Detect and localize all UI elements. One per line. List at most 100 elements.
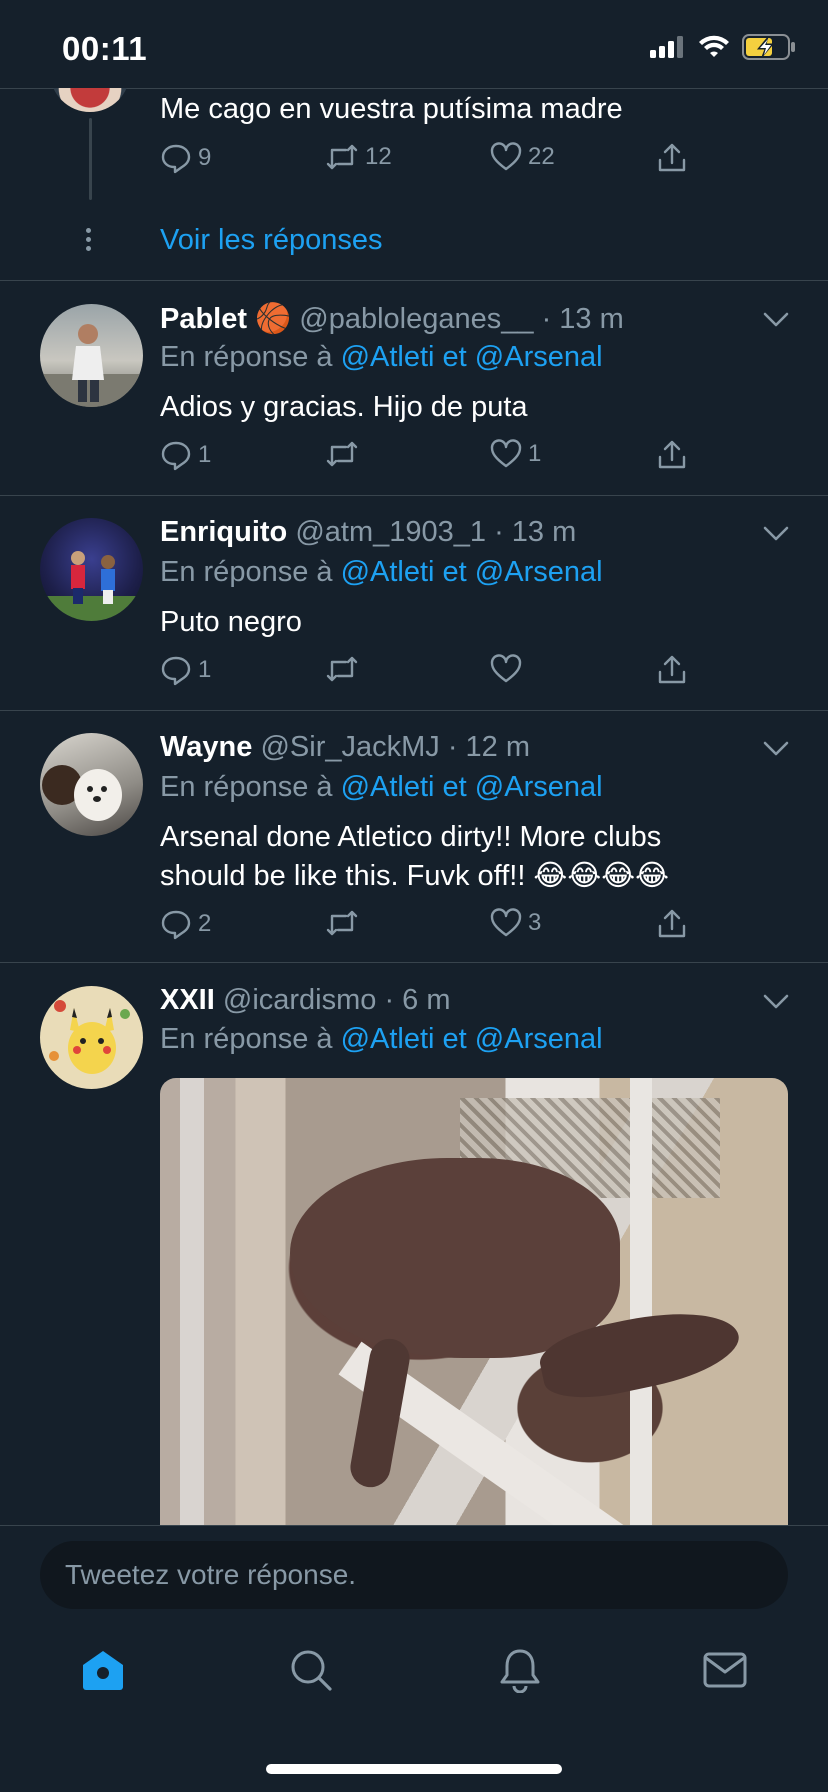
reply-icon (161, 910, 191, 940)
thread-ellipsis (86, 228, 91, 251)
reply-button[interactable]: 9 (160, 142, 211, 174)
divider (0, 710, 828, 711)
display-name[interactable]: Pablet (160, 303, 247, 335)
reply-context: En réponse à @Atleti et @Arsenal (160, 1023, 603, 1056)
reply-targets-link[interactable]: @Atleti et @Arsenal (341, 1023, 603, 1055)
status-icons (650, 34, 796, 60)
tweet-time: · 13 m (541, 303, 624, 335)
reply-count: 2 (198, 910, 212, 937)
divider (0, 280, 828, 281)
share-button[interactable] (656, 142, 688, 174)
share-button[interactable] (656, 439, 688, 471)
tweet-media-gif[interactable] (160, 1078, 788, 1538)
share-icon (658, 655, 686, 684)
wifi-icon (699, 35, 729, 57)
divider (0, 962, 828, 963)
tweet-header: Pablet 🏀 @pabloleganes__ · 13 m (160, 302, 624, 336)
reply-context: En réponse à @Atleti et @Arsenal (160, 771, 603, 804)
retweet-button[interactable] (325, 439, 365, 469)
avatar[interactable] (40, 304, 143, 407)
show-replies-link[interactable]: Voir les réponses (160, 224, 382, 257)
reply-prefix: En réponse à (160, 341, 333, 373)
reply-targets-link[interactable]: @Atleti et @Arsenal (341, 771, 603, 803)
retweet-button[interactable]: 12 (325, 142, 392, 172)
tab-notifications[interactable] (490, 1640, 550, 1700)
share-button[interactable] (656, 654, 688, 686)
reply-button[interactable]: 2 (160, 908, 211, 940)
tab-home[interactable] (73, 1640, 133, 1700)
heart-icon (490, 439, 522, 468)
like-count: 1 (528, 440, 542, 467)
search-icon (291, 1650, 332, 1691)
reply-icon (161, 441, 191, 471)
status-time: 00:11 (62, 30, 148, 67)
reply-prefix: En réponse à (160, 1023, 333, 1055)
avatar[interactable] (40, 986, 143, 1089)
reply-button[interactable]: 1 (160, 654, 211, 686)
reply-icon (161, 144, 191, 174)
user-handle[interactable]: @pabloleganes__ (299, 303, 533, 335)
reply-input[interactable] (40, 1541, 788, 1609)
chevron-down-icon[interactable] (762, 525, 790, 543)
home-indicator[interactable] (266, 1764, 562, 1774)
user-handle[interactable]: @icardismo (223, 984, 377, 1016)
tab-bar (0, 1640, 828, 1710)
chevron-down-icon[interactable] (762, 993, 790, 1011)
reply-button[interactable]: 1 (160, 439, 211, 471)
retweet-button[interactable] (325, 654, 365, 684)
tweet-text: Me cago en vuestra putísima madre (160, 93, 623, 125)
heart-icon (490, 908, 522, 937)
retweet-count: 12 (365, 143, 392, 170)
reply-context: En réponse à @Atleti et @Arsenal (160, 341, 603, 374)
avatar-photo (40, 551, 143, 621)
tab-messages[interactable] (695, 1640, 755, 1700)
reply-icon (161, 656, 191, 686)
reply-context: En réponse à @Atleti et @Arsenal (160, 556, 603, 589)
like-button[interactable]: 1 (490, 439, 541, 469)
retweet-icon (326, 144, 358, 170)
retweet-icon (326, 441, 358, 467)
retweet-icon (326, 910, 358, 936)
share-icon (658, 440, 686, 469)
user-handle[interactable]: @Sir_JackMJ (260, 731, 439, 763)
chevron-down-icon[interactable] (762, 740, 790, 758)
home-icon (83, 1651, 123, 1690)
retweet-button[interactable] (325, 908, 365, 938)
name-emoji: 🏀 (255, 303, 292, 335)
avatar[interactable] (40, 518, 143, 621)
like-count: 3 (528, 909, 542, 936)
display-name[interactable]: XXII (160, 984, 215, 1016)
heart-icon (490, 654, 522, 683)
reply-count: 1 (198, 441, 212, 468)
tweet-header: Enriquito @atm_1903_1 · 13 m (160, 516, 576, 549)
user-handle[interactable]: @atm_1903_1 (295, 516, 486, 548)
like-button[interactable]: 22 (490, 142, 555, 172)
display-name[interactable]: Enriquito (160, 516, 287, 548)
reply-targets-link[interactable]: @Atleti et @Arsenal (341, 556, 603, 588)
tweet-actions: 9 12 22 (160, 142, 720, 182)
like-button[interactable] (490, 654, 528, 684)
bell-icon (500, 1649, 540, 1693)
avatar[interactable] (40, 733, 143, 836)
tab-search[interactable] (281, 1640, 341, 1700)
tweet-actions: 1 1 (160, 439, 720, 479)
chevron-down-icon[interactable] (762, 311, 790, 329)
status-bar: 00:11 (0, 0, 828, 88)
display-name[interactable]: Wayne (160, 731, 252, 763)
reply-prefix: En réponse à (160, 771, 333, 803)
share-button[interactable] (656, 908, 688, 940)
like-button[interactable]: 3 (490, 908, 541, 938)
avatar[interactable] (50, 88, 130, 112)
thread-line (89, 118, 92, 200)
tweet-actions: 1 (160, 654, 720, 694)
cellular-signal-icon (650, 36, 683, 58)
battery-charging-icon (742, 34, 795, 60)
tweet-text: Puto negro (160, 606, 302, 638)
tweet-actions: 2 3 (160, 908, 720, 948)
tweet-time: · 12 m (447, 731, 531, 763)
reply-count: 9 (198, 144, 212, 171)
avatar-photo (42, 765, 122, 821)
share-icon (658, 909, 686, 938)
mail-icon (703, 1652, 747, 1688)
reply-targets-link[interactable]: @Atleti et @Arsenal (341, 341, 603, 373)
